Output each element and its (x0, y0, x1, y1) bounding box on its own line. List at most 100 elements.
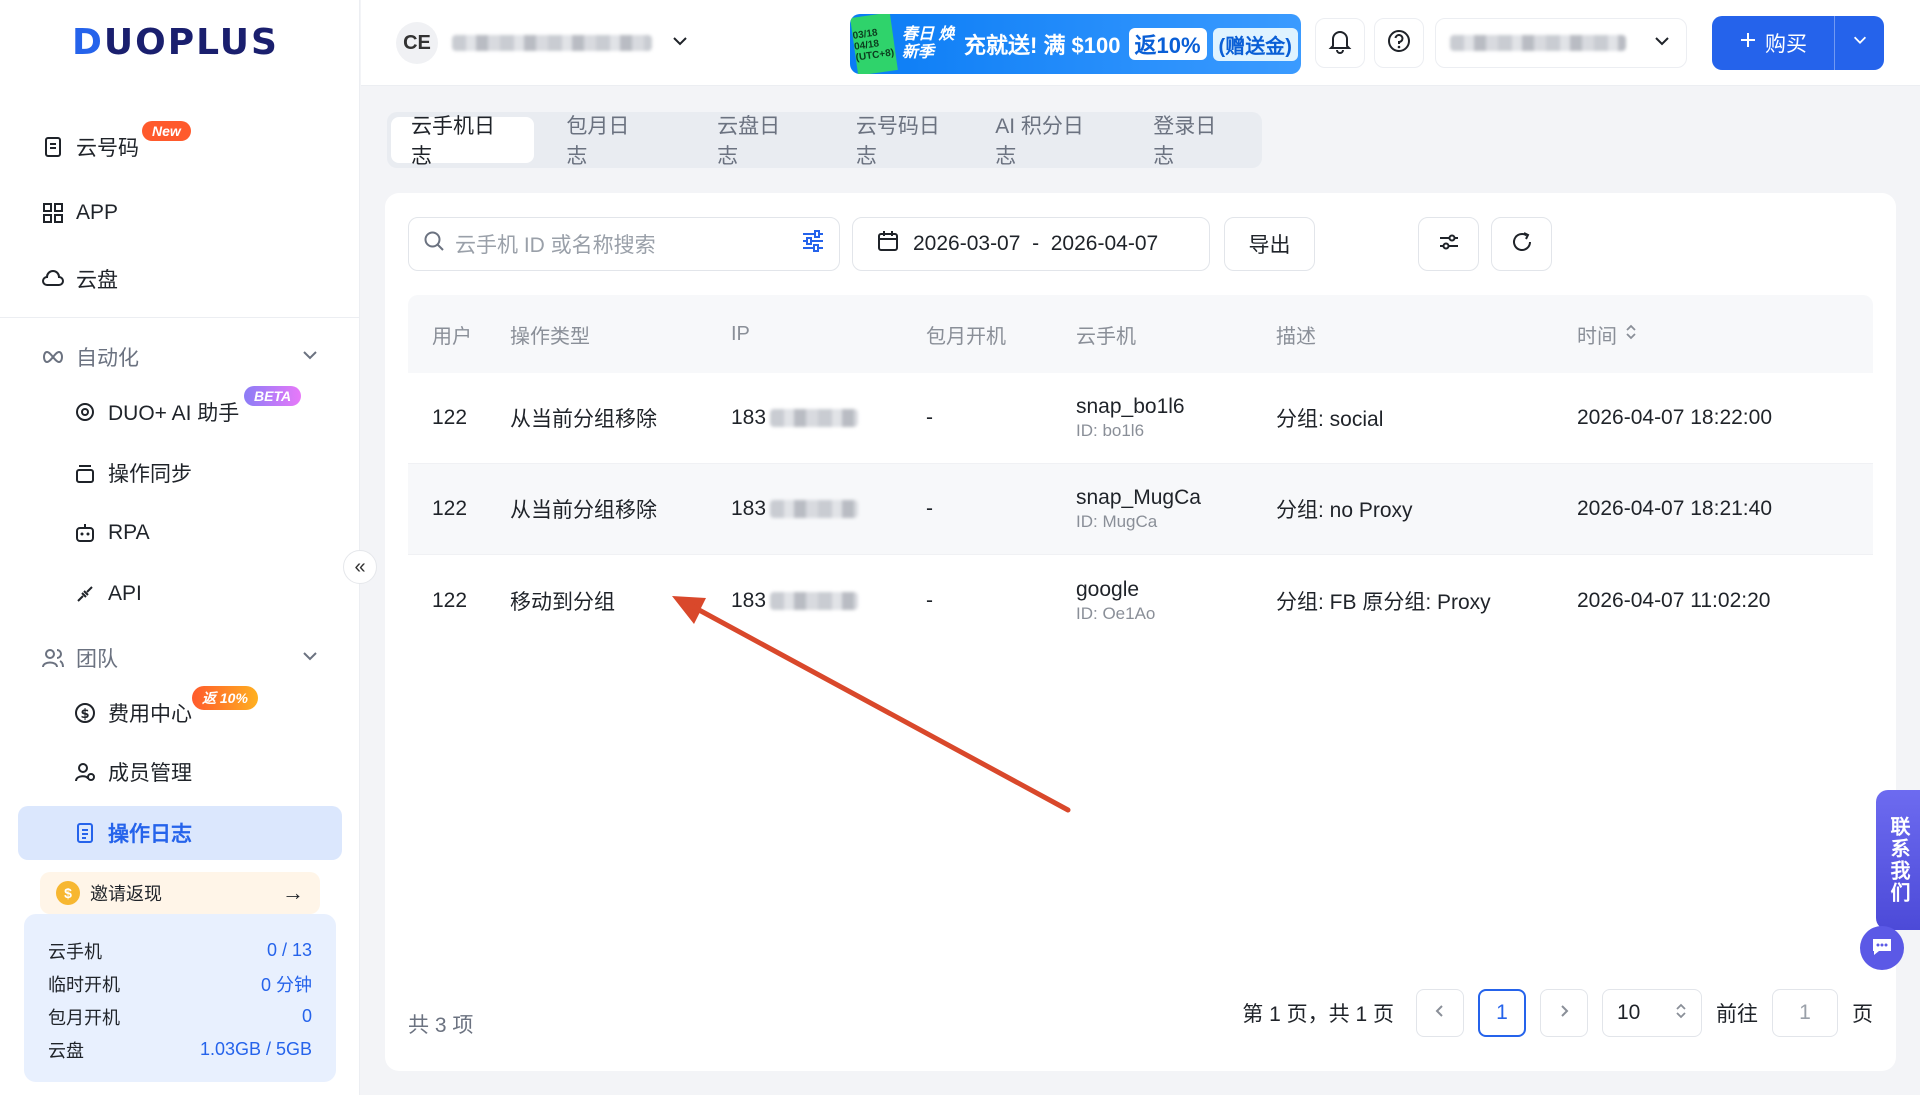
tab-ai-points-log[interactable]: AI 积分日志 (979, 115, 1131, 168)
account-selector[interactable] (1435, 18, 1687, 68)
promo-bonus: (赠送金) (1212, 27, 1298, 61)
infinity-icon (40, 344, 66, 370)
phone-name[interactable]: snap_MugCa (1076, 486, 1276, 510)
log-card: 云手机 ID 或名称搜索 2026-03-07 - 2026-04-07 导出 … (385, 193, 1896, 1071)
buy-button[interactable]: 购买 (1712, 16, 1884, 70)
tab-cloud-drive-log[interactable]: 云盘日志 (687, 115, 830, 168)
sidebar-item-cloud-drive[interactable]: 云盘 (40, 259, 118, 299)
tab-cloud-number-log[interactable]: 云号码日志 (834, 115, 975, 168)
usage-label: 云手机 (48, 941, 102, 962)
team-name-redacted (452, 35, 652, 51)
chat-icon (1870, 935, 1894, 962)
collapse-sidebar-button[interactable]: « (343, 550, 377, 584)
dollar-icon: $ (72, 700, 98, 726)
sidebar-item-label: 成员管理 (108, 762, 192, 785)
sidebar-item-sync[interactable]: 操作同步 (72, 453, 192, 493)
export-button[interactable]: 导出 (1224, 217, 1315, 271)
phone-name[interactable]: google (1076, 578, 1276, 602)
sidebar-item-cloud-number[interactable]: 云号码 (40, 127, 139, 167)
promo-banner[interactable]: 03/18 04/18 (UTC+8) 春日 焕新季 充就送! 满 $100 返… (850, 14, 1301, 74)
cell-op-type: 从当前分组移除 (510, 408, 657, 431)
ip-prefix: 183 (731, 497, 767, 520)
search-input[interactable]: 云手机 ID 或名称搜索 (408, 217, 840, 271)
chevron-down-icon (300, 345, 320, 371)
cell-user: 122 (432, 406, 468, 429)
calendar-icon (877, 230, 899, 258)
sidebar-item-billing[interactable]: $ 费用中心 (72, 693, 192, 733)
refresh-button[interactable] (1491, 217, 1552, 271)
tab-cloud-phone-log[interactable]: 云手机日志 (391, 115, 535, 168)
sidebar-item-label: 云盘 (76, 269, 118, 292)
account-name-redacted (1450, 35, 1626, 51)
date-range-picker[interactable]: 2026-03-07 - 2026-04-07 (852, 217, 1210, 271)
usage-value: 0 分钟 (260, 974, 312, 995)
new-badge: New (142, 121, 191, 141)
sort-icon[interactable] (1625, 323, 1637, 346)
goto-page-input[interactable]: 1 (1772, 989, 1838, 1037)
cell-description: 分组: no Proxy (1276, 499, 1413, 522)
cell-time: 2026-04-07 18:21:40 (1577, 497, 1772, 520)
usage-panel: 云手机 0 / 13 临时开机 0 分钟 包月开机 0 云盘 1.03GB / 5GB (24, 914, 336, 1082)
duoplus-logo[interactable]: D UOPLUS (72, 22, 279, 63)
cell-cloud-phone: google ID: Oe1Ao (1076, 578, 1276, 624)
sidebar-group-automation[interactable]: 自动化 (40, 337, 320, 377)
sidebar-item-label: DUO+ AI 助手 (108, 402, 240, 425)
sidebar-group-team[interactable]: 团队 (40, 638, 320, 678)
contact-label: 联系我们 (1887, 816, 1909, 904)
sidebar-item-rpa[interactable]: RPA (72, 513, 150, 553)
sidebar-item-ai-assistant[interactable]: DUO+ AI 助手 (72, 392, 239, 432)
buy-main[interactable]: 购买 (1712, 28, 1834, 58)
team-selector[interactable]: CE (396, 20, 690, 66)
sidebar-item-api[interactable]: API (72, 574, 142, 614)
promo-date: 03/18 04/18 (UTC+8) (850, 14, 898, 74)
chevron-left-icon (1432, 1001, 1448, 1025)
cell-monthly: - (926, 406, 933, 429)
filter-sliders-icon[interactable] (801, 230, 825, 258)
cell-ip: 183 (731, 497, 926, 521)
sidebar-item-members[interactable]: 成员管理 (72, 752, 192, 792)
tab-login-log[interactable]: 登录日志 (1135, 115, 1254, 168)
prev-page-button[interactable] (1416, 989, 1464, 1037)
invite-label: 邀请返现 (90, 884, 162, 904)
pagination: 第 1 页，共 1 页 1 10 前往 1 页 (1242, 989, 1873, 1037)
promo-offer: 充就送! 满 $100 (964, 33, 1121, 58)
page-number-button[interactable]: 1 (1478, 989, 1526, 1037)
contact-us-button[interactable]: 联系我们 (1876, 790, 1920, 930)
ai-icon (72, 399, 98, 425)
table-row[interactable]: 122 移动到分组 183 - google ID: Oe1Ao 分组: FB … (408, 555, 1873, 646)
col-time[interactable]: 时间 (1577, 320, 1873, 349)
column-settings-button[interactable] (1418, 217, 1479, 271)
tab-monthly-log[interactable]: 包月日志 (538, 115, 683, 168)
col-ip: IP (731, 322, 750, 345)
rebate-badge: 返 10% (192, 686, 258, 710)
buy-label: 购买 (1765, 33, 1807, 56)
usage-value: 0 (301, 1006, 312, 1026)
col-monthly: 包月开机 (926, 325, 1006, 348)
cell-description: 分组: social (1276, 408, 1384, 431)
next-page-button[interactable] (1540, 989, 1588, 1037)
sim-card-icon (40, 134, 66, 160)
chat-button[interactable] (1860, 926, 1904, 970)
table-row[interactable]: 122 从当前分组移除 183 - snap_bo1l6 ID: bo1l6 分… (408, 373, 1873, 464)
refresh-icon (1510, 230, 1534, 259)
help-button[interactable] (1374, 18, 1424, 68)
bell-icon (1327, 28, 1353, 59)
cell-ip: 183 (731, 406, 926, 430)
page-size-select[interactable]: 10 (1602, 989, 1702, 1037)
col-time-label: 时间 (1577, 325, 1617, 348)
plug-icon (72, 581, 98, 607)
cell-cloud-phone: snap_bo1l6 ID: bo1l6 (1076, 395, 1276, 441)
usage-row-drive: 云盘 1.03GB / 5GB (48, 1033, 312, 1066)
invite-cashback-banner[interactable]: $ 邀请返现 → (40, 872, 320, 914)
table-row[interactable]: 122 从当前分组移除 183 - snap_MugCa ID: MugCa 分… (408, 464, 1873, 555)
buy-dropdown-toggle[interactable] (1834, 16, 1884, 70)
notification-button[interactable] (1315, 18, 1365, 68)
usage-row-phones: 云手机 0 / 13 (48, 934, 312, 967)
sidebar-item-app[interactable]: APP (40, 193, 118, 233)
sync-icon (72, 460, 98, 486)
phone-name[interactable]: snap_bo1l6 (1076, 395, 1276, 419)
sidebar-item-operation-log[interactable]: 操作日志 (72, 813, 192, 853)
group-label: 团队 (76, 648, 118, 671)
phone-id: ID: MugCa (1076, 512, 1158, 531)
chevron-right-icon (1556, 1001, 1572, 1025)
